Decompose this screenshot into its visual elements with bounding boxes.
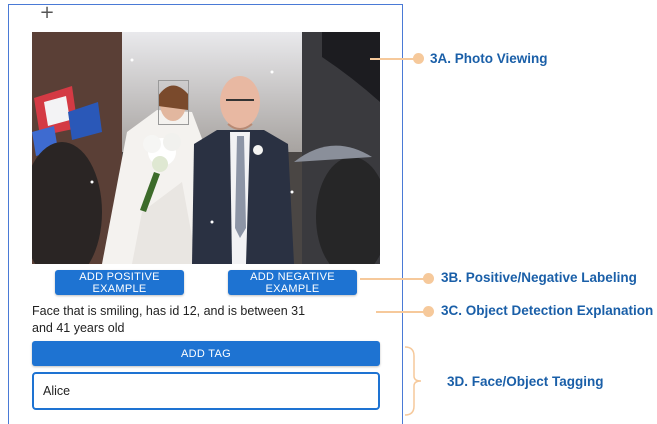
- add-positive-example-button[interactable]: ADD POSITIVE EXAMPLE: [55, 270, 184, 295]
- plus-icon[interactable]: +: [38, 4, 56, 22]
- wedding-photo: [32, 32, 380, 264]
- annotation-bracket-3d: [404, 346, 422, 416]
- tag-name-input[interactable]: [32, 372, 380, 410]
- object-detection-explanation: Face that is smiling, has id 12, and is …: [32, 304, 306, 335]
- annotation-dot-3c: [423, 306, 434, 317]
- annotation-label-3c: 3C. Object Detection Explanation: [441, 303, 654, 318]
- add-negative-example-button[interactable]: ADD NEGATIVE EXAMPLE: [228, 270, 357, 295]
- figure-root: + ADD POSITIVE EXAMPLE ADD NEGATIVE EXAM…: [0, 0, 657, 424]
- annotation-label-3b: 3B. Positive/Negative Labeling: [441, 270, 637, 285]
- annotation-label-3a: 3A. Photo Viewing: [430, 51, 548, 66]
- annotation-connector-3c: [376, 311, 428, 313]
- annotation-connector-3b: [360, 278, 428, 280]
- annotation-dot-3a: [413, 53, 424, 64]
- add-tag-button[interactable]: ADD TAG: [32, 341, 380, 366]
- annotation-connector-3a: [370, 58, 418, 60]
- annotation-label-3d: 3D. Face/Object Tagging: [447, 374, 604, 389]
- photo-view[interactable]: [32, 32, 380, 264]
- annotation-dot-3b: [423, 273, 434, 284]
- face-bounding-box[interactable]: [158, 80, 189, 125]
